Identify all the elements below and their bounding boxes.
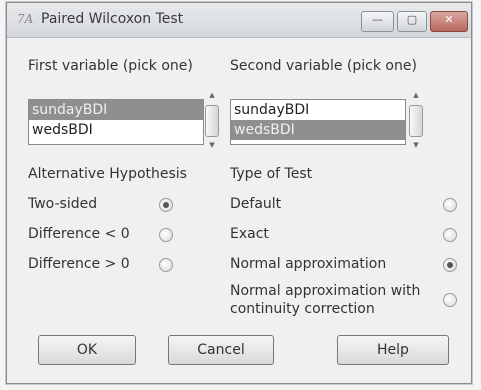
help-button[interactable]: Help xyxy=(337,335,449,365)
normal-approximation-radio[interactable] xyxy=(443,258,457,272)
maximize-button[interactable]: ▢ xyxy=(397,11,427,32)
close-icon: ✕ xyxy=(444,13,454,26)
type-of-test-heading: Type of Test xyxy=(230,166,313,182)
minimize-icon: — xyxy=(372,13,383,26)
maximize-icon: ▢ xyxy=(406,13,418,26)
cancel-button[interactable]: Cancel xyxy=(168,335,274,365)
window-title: Paired Wilcoxon Test xyxy=(41,11,184,27)
option-normal-approximation-label: Normal approximation xyxy=(230,256,387,272)
ok-button[interactable]: OK xyxy=(38,335,136,365)
continuity-correction-radio[interactable] xyxy=(443,293,457,307)
alternative-hypothesis-heading: Alternative Hypothesis xyxy=(28,166,187,182)
exact-radio[interactable] xyxy=(443,228,457,242)
first-variable-listbox[interactable]: sundayBDI wedsBDI xyxy=(28,99,204,145)
second-variable-item-sundaybdi[interactable]: sundayBDI xyxy=(231,100,405,120)
difference-gt-0-radio[interactable] xyxy=(159,258,173,272)
option-difference-lt-0-label: Difference < 0 xyxy=(28,226,130,242)
option-two-sided-label: Two-sided xyxy=(28,196,98,212)
second-variable-listbox[interactable]: sundayBDI wedsBDI xyxy=(230,99,406,145)
minimize-button[interactable]: — xyxy=(361,11,394,32)
scroll-up-icon[interactable]: ▲ xyxy=(206,91,218,99)
first-variable-item-wedsbdi[interactable]: wedsBDI xyxy=(29,120,203,140)
difference-lt-0-radio[interactable] xyxy=(159,228,173,242)
close-button[interactable]: ✕ xyxy=(430,11,468,32)
first-variable-item-sundaybdi[interactable]: sundayBDI xyxy=(29,100,203,120)
option-continuity-correction-label-line1: Normal approximation with xyxy=(230,283,421,299)
paired-wilcoxon-dialog: 7A Paired Wilcoxon Test — ▢ ✕ First vari… xyxy=(6,2,472,384)
second-variable-scrollbar[interactable]: ▲ ▼ xyxy=(409,91,423,153)
scroll-up-icon[interactable]: ▲ xyxy=(410,91,422,99)
scroll-down-icon[interactable]: ▼ xyxy=(206,141,218,149)
first-variable-label: First variable (pick one) xyxy=(28,58,193,74)
option-exact-label: Exact xyxy=(230,226,269,242)
title-bar[interactable]: 7A Paired Wilcoxon Test — ▢ ✕ xyxy=(7,3,471,38)
default-radio[interactable] xyxy=(443,198,457,212)
second-variable-label: Second variable (pick one) xyxy=(230,58,417,74)
scroll-thumb[interactable] xyxy=(205,105,219,137)
option-default-label: Default xyxy=(230,196,282,212)
second-variable-item-wedsbdi[interactable]: wedsBDI xyxy=(231,120,405,140)
app-icon: 7A xyxy=(17,12,34,26)
option-continuity-correction-label-line2: continuity correction xyxy=(230,301,375,317)
two-sided-radio[interactable] xyxy=(159,198,173,212)
first-variable-scrollbar[interactable]: ▲ ▼ xyxy=(205,91,219,153)
scroll-down-icon[interactable]: ▼ xyxy=(410,141,422,149)
option-difference-gt-0-label: Difference > 0 xyxy=(28,256,130,272)
scroll-thumb[interactable] xyxy=(409,105,423,137)
